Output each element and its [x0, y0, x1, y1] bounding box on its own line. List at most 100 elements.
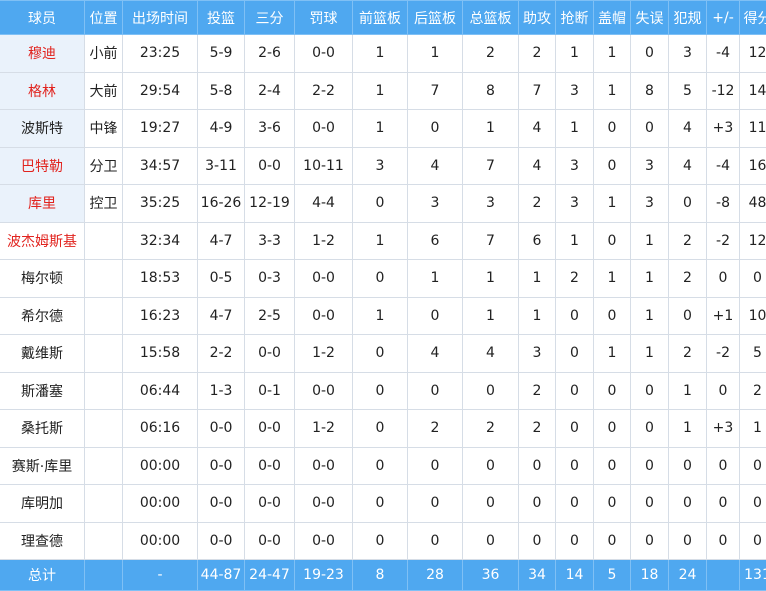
- player-name-link[interactable]: 巴特勒: [0, 147, 85, 185]
- cell-pts: 48: [740, 185, 766, 223]
- table-row: 波杰姆斯基 32:34 4-7 3-3 1-2 1 6 7 6 1 0 1 2 …: [0, 222, 766, 260]
- cell-fg: 0-0: [198, 447, 245, 485]
- cell-dreb: 3: [408, 185, 463, 223]
- cell-3p: 0-0: [245, 485, 295, 523]
- player-name-link[interactable]: 穆迪: [0, 35, 85, 73]
- cell-plus-minus: -12: [707, 72, 740, 110]
- cell-stl: 1: [556, 222, 594, 260]
- cell-pts: 1: [740, 410, 766, 448]
- player-name-link[interactable]: 波斯特: [0, 110, 85, 148]
- cell-position: 中锋: [85, 110, 123, 148]
- cell-dreb: 1: [408, 35, 463, 73]
- totals-plus-minus: [707, 560, 740, 591]
- cell-stl: 3: [556, 147, 594, 185]
- cell-position: [85, 335, 123, 373]
- cell-stl: 0: [556, 485, 594, 523]
- cell-reb: 3: [463, 185, 519, 223]
- column-header[interactable]: 后篮板: [408, 1, 463, 35]
- cell-ast: 2: [519, 410, 556, 448]
- player-name-link[interactable]: 理查德: [0, 522, 85, 560]
- cell-pts: 14: [740, 72, 766, 110]
- cell-blk: 0: [594, 522, 631, 560]
- column-header[interactable]: 球员: [0, 1, 85, 35]
- cell-fg: 3-11: [198, 147, 245, 185]
- cell-pf: 2: [669, 335, 707, 373]
- totals-label: 总计: [0, 560, 85, 591]
- cell-fg: 0-0: [198, 522, 245, 560]
- column-header[interactable]: 犯规: [669, 1, 707, 35]
- column-header[interactable]: 投篮: [198, 1, 245, 35]
- player-name-link[interactable]: 赛斯·库里: [0, 447, 85, 485]
- cell-position: [85, 260, 123, 298]
- totals-dreb: 28: [408, 560, 463, 591]
- cell-position: [85, 297, 123, 335]
- cell-tov: 0: [631, 110, 669, 148]
- cell-stl: 0: [556, 372, 594, 410]
- cell-3p: 3-3: [245, 222, 295, 260]
- cell-reb: 0: [463, 522, 519, 560]
- cell-fg: 1-3: [198, 372, 245, 410]
- cell-tov: 1: [631, 260, 669, 298]
- cell-tov: 0: [631, 522, 669, 560]
- column-header[interactable]: 位置: [85, 1, 123, 35]
- column-header[interactable]: 得分: [740, 1, 766, 35]
- cell-blk: 1: [594, 35, 631, 73]
- cell-blk: 0: [594, 297, 631, 335]
- totals-3p: 24-47: [245, 560, 295, 591]
- cell-ast: 2: [519, 35, 556, 73]
- cell-pts: 0: [740, 522, 766, 560]
- player-name-link[interactable]: 戴维斯: [0, 335, 85, 373]
- column-header[interactable]: 抢断: [556, 1, 594, 35]
- cell-oreb: 0: [353, 335, 408, 373]
- cell-reb: 1: [463, 260, 519, 298]
- cell-stl: 0: [556, 522, 594, 560]
- cell-oreb: 1: [353, 297, 408, 335]
- cell-pts: 10: [740, 297, 766, 335]
- cell-3p: 2-4: [245, 72, 295, 110]
- player-name-link[interactable]: 格林: [0, 72, 85, 110]
- column-header[interactable]: 罚球: [295, 1, 353, 35]
- column-header[interactable]: 助攻: [519, 1, 556, 35]
- player-name-link[interactable]: 桑托斯: [0, 410, 85, 448]
- cell-pf: 1: [669, 410, 707, 448]
- cell-minutes: 16:23: [123, 297, 198, 335]
- cell-pf: 5: [669, 72, 707, 110]
- column-header[interactable]: 三分: [245, 1, 295, 35]
- player-name-link[interactable]: 波杰姆斯基: [0, 222, 85, 260]
- cell-reb: 1: [463, 297, 519, 335]
- player-name-link[interactable]: 梅尔顿: [0, 260, 85, 298]
- totals-pts: 131: [740, 560, 766, 591]
- player-name-link[interactable]: 希尔德: [0, 297, 85, 335]
- cell-ft: 0-0: [295, 447, 353, 485]
- cell-tov: 3: [631, 147, 669, 185]
- player-name-link[interactable]: 斯潘塞: [0, 372, 85, 410]
- cell-plus-minus: 0: [707, 260, 740, 298]
- cell-blk: 0: [594, 372, 631, 410]
- cell-reb: 7: [463, 222, 519, 260]
- cell-plus-minus: +3: [707, 110, 740, 148]
- cell-position: [85, 222, 123, 260]
- cell-ast: 0: [519, 447, 556, 485]
- player-name-link[interactable]: 库里: [0, 185, 85, 223]
- cell-dreb: 7: [408, 72, 463, 110]
- column-header[interactable]: +/-: [707, 1, 740, 35]
- table-row: 波斯特 中锋 19:27 4-9 3-6 0-0 1 0 1 4 1 0 0 4…: [0, 110, 766, 148]
- column-header[interactable]: 总篮板: [463, 1, 519, 35]
- cell-plus-minus: -8: [707, 185, 740, 223]
- totals-oreb: 8: [353, 560, 408, 591]
- cell-3p: 0-3: [245, 260, 295, 298]
- cell-stl: 0: [556, 335, 594, 373]
- cell-position: [85, 522, 123, 560]
- column-header[interactable]: 前篮板: [353, 1, 408, 35]
- column-header[interactable]: 盖帽: [594, 1, 631, 35]
- cell-oreb: 0: [353, 410, 408, 448]
- cell-ast: 4: [519, 110, 556, 148]
- column-header[interactable]: 失误: [631, 1, 669, 35]
- cell-tov: 1: [631, 222, 669, 260]
- cell-3p: 2-5: [245, 297, 295, 335]
- cell-pts: 11: [740, 110, 766, 148]
- column-header[interactable]: 出场时间: [123, 1, 198, 35]
- table-row: 格林 大前 29:54 5-8 2-4 2-2 1 7 8 7 3 1 8 5 …: [0, 72, 766, 110]
- player-name-link[interactable]: 库明加: [0, 485, 85, 523]
- cell-plus-minus: +3: [707, 410, 740, 448]
